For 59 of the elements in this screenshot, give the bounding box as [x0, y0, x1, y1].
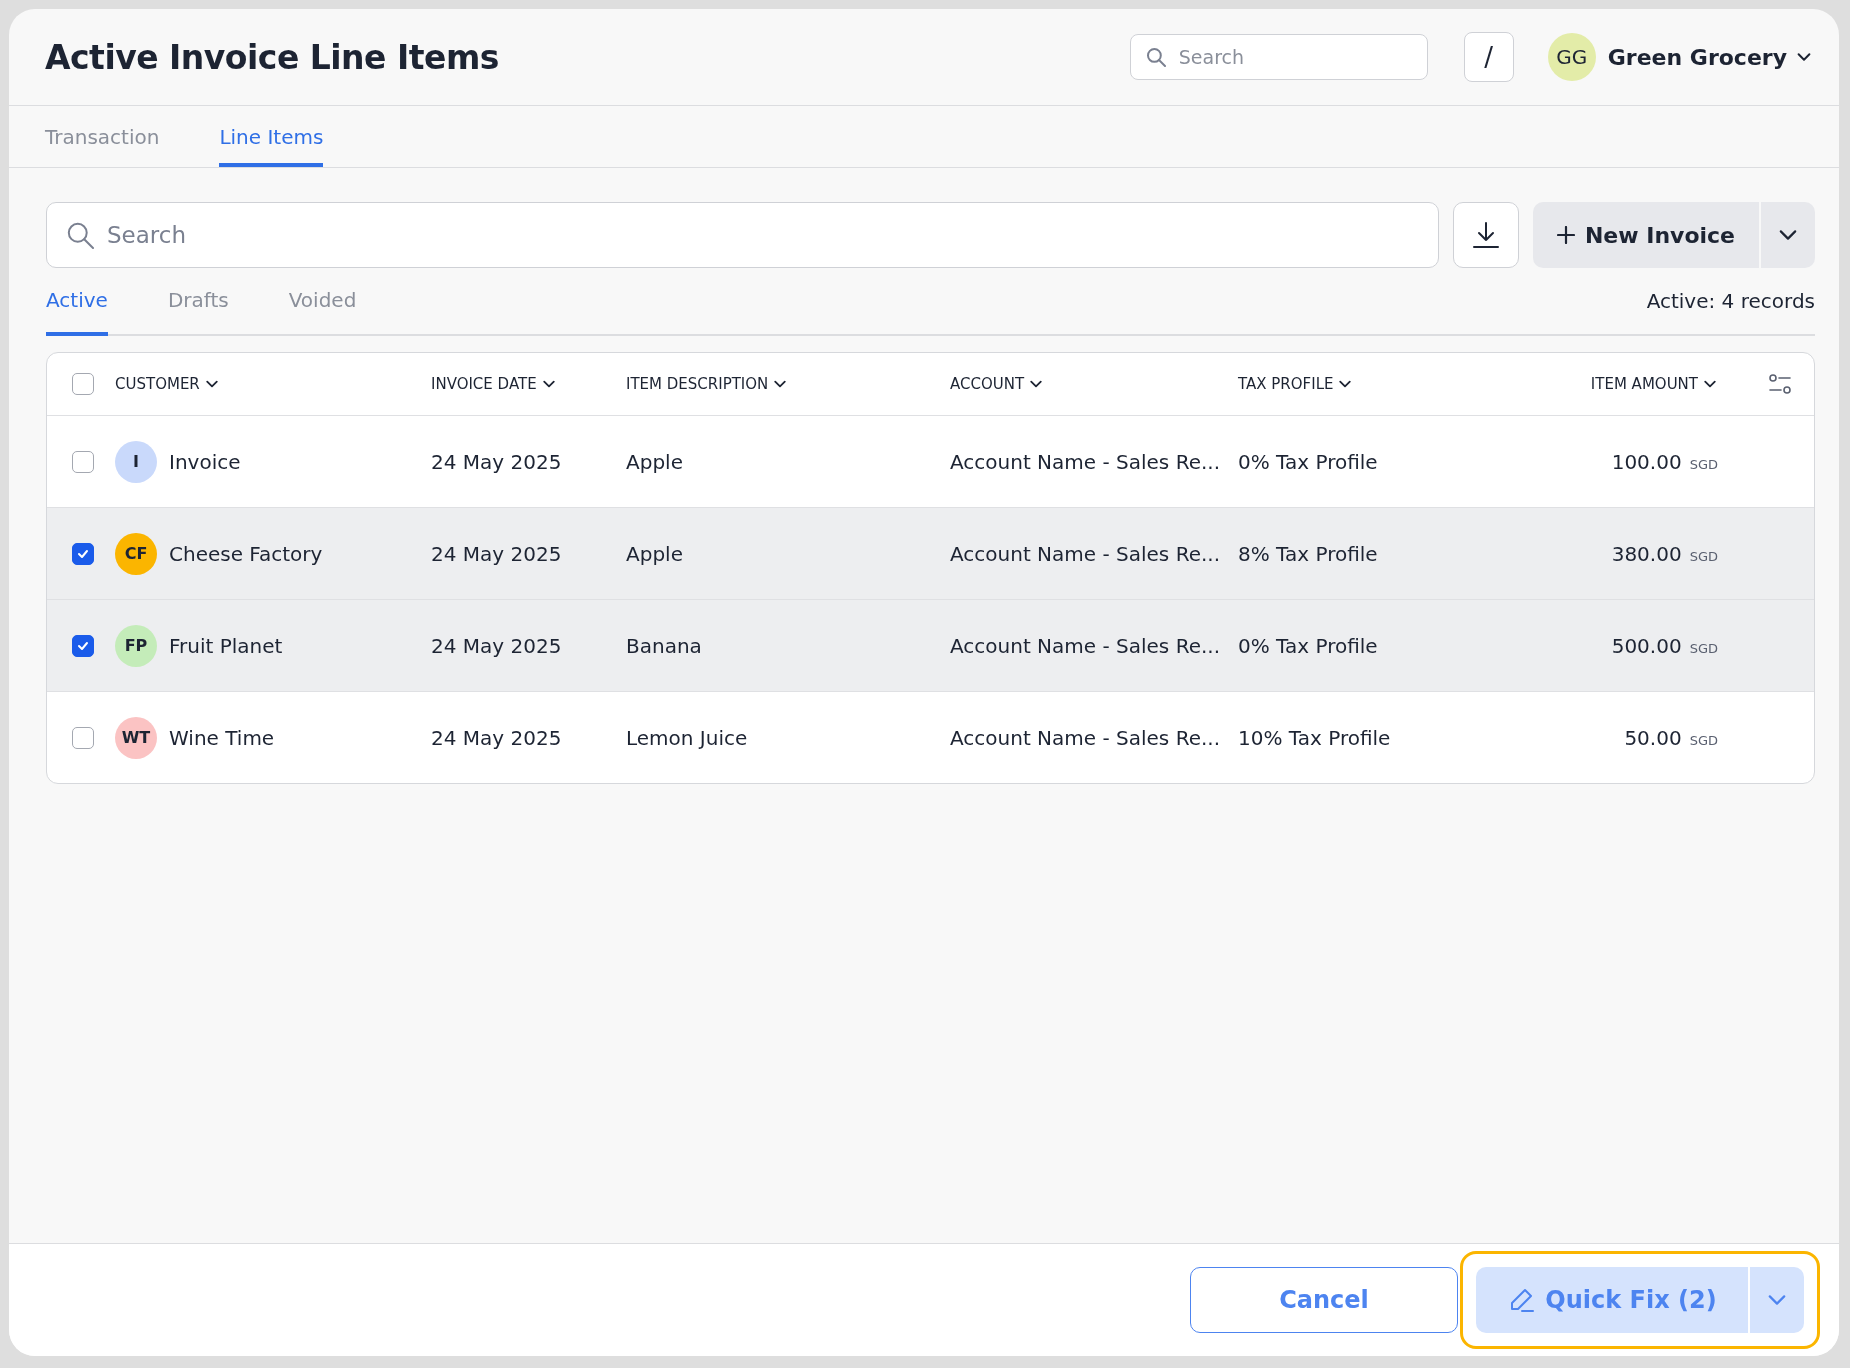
column-header[interactable]: ITEM DESCRIPTION — [626, 375, 789, 393]
table-cell: 8% Tax Profile — [1238, 541, 1378, 566]
checkbox[interactable] — [72, 373, 94, 395]
download-icon — [1470, 220, 1501, 250]
record-count: Active: 4 records — [1646, 289, 1815, 313]
table-cell: 500.00 — [1611, 633, 1682, 658]
plus-icon — [1556, 226, 1575, 244]
table-cell: 0% Tax Profile — [1238, 449, 1378, 474]
avatar: CF — [115, 532, 157, 575]
table-cell: Account Name - Sales Re... — [950, 725, 1220, 750]
currency-label: SGD — [1689, 456, 1718, 472]
tab[interactable]: Active — [46, 268, 108, 336]
avatar: WT — [115, 716, 157, 759]
table-cell: Banana — [626, 633, 702, 658]
account-menu-button[interactable]: Green Grocery — [1607, 44, 1813, 70]
checkbox[interactable] — [72, 726, 94, 749]
search-field[interactable]: Search — [1129, 34, 1428, 80]
table-cell: 24 May 2025 — [431, 449, 562, 474]
table-cell: 100.00 — [1611, 449, 1682, 474]
table-cell: Lemon Juice — [626, 725, 748, 750]
table-cell: Apple — [626, 449, 683, 474]
table-cell: Wine Time — [169, 725, 275, 750]
table-cell: Cheese Factory — [169, 541, 323, 566]
table-cell: 10% Tax Profile — [1238, 725, 1391, 750]
table-cell: Account Name - Sales Re... — [950, 633, 1220, 658]
table-cell: 380.00 — [1611, 541, 1682, 566]
column-header[interactable]: CUSTOMER — [115, 375, 220, 393]
table-cell: 0% Tax Profile — [1238, 633, 1378, 658]
table-cell: 50.00 — [1624, 725, 1682, 750]
currency-label: SGD — [1689, 732, 1718, 748]
table-cell: 24 May 2025 — [431, 541, 562, 566]
cancel-button[interactable]: Cancel — [1190, 1267, 1458, 1333]
download-button[interactable] — [1452, 202, 1519, 268]
new-invoice-button[interactable]: New Invoice — [1532, 202, 1759, 268]
tab[interactable]: Line Items — [219, 106, 324, 167]
column-header[interactable]: ACCOUNT — [950, 375, 1045, 393]
column-header[interactable]: ITEM AMOUNT — [1590, 375, 1718, 393]
table-cell: 24 May 2025 — [431, 725, 562, 750]
table-cell: Apple — [626, 541, 683, 566]
table-cell: Invoice — [169, 449, 241, 474]
avatar: GG — [1547, 33, 1596, 81]
checkbox[interactable] — [72, 450, 94, 473]
sliders-icon — [1768, 373, 1792, 395]
table-cell: Account Name - Sales Re... — [950, 449, 1220, 474]
shortcut-key-button[interactable]: / — [1463, 32, 1514, 82]
avatar: I — [115, 440, 157, 483]
checkbox[interactable] — [72, 542, 94, 565]
checkbox[interactable] — [72, 634, 94, 657]
currency-label: SGD — [1689, 548, 1718, 564]
currency-label: SGD — [1689, 640, 1718, 656]
column-header[interactable]: INVOICE DATE — [431, 375, 557, 393]
table-cell: Fruit Planet — [169, 633, 283, 658]
avatar: FP — [115, 624, 157, 667]
table-cell: 24 May 2025 — [431, 633, 562, 658]
window-title: Active Invoice Line Items — [45, 37, 499, 77]
search-field[interactable]: Search — [46, 202, 1439, 268]
table-cell: Account Name - Sales Re... — [950, 541, 1220, 566]
column-header[interactable]: TAX PROFILE — [1238, 375, 1354, 393]
column-settings-button[interactable] — [1768, 373, 1792, 395]
